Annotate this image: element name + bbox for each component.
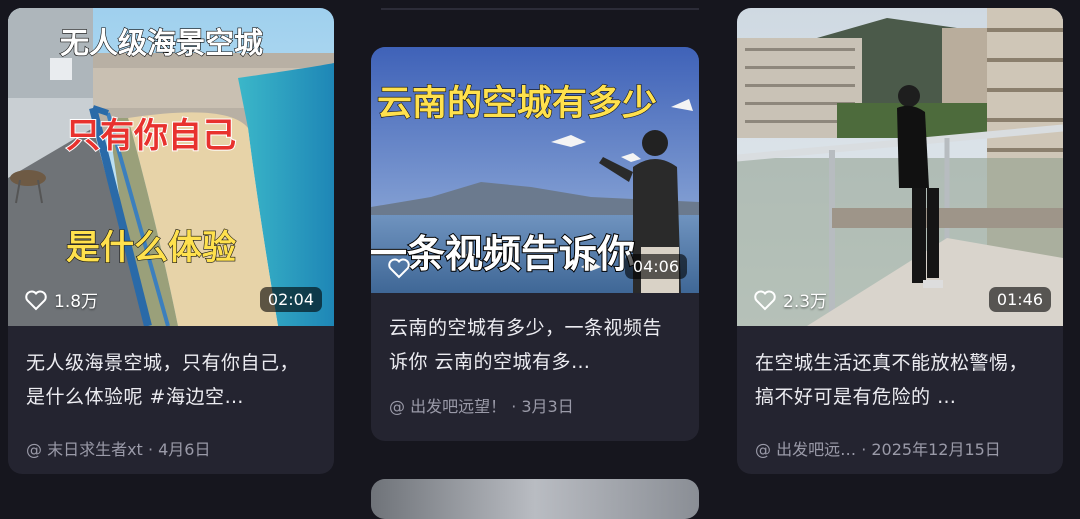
video-card-2[interactable]: 云南的空城有多少 一条视频告诉你 04:06 云南的空城有多少，一条视频告诉你 … <box>371 47 699 441</box>
heart-icon <box>25 290 47 310</box>
author-name[interactable]: @ 出发吧远… <box>755 440 856 459</box>
video-meta: @ 出发吧远… · 2025年12月15日 <box>755 436 1045 460</box>
video-title[interactable]: 无人级海景空城，只有你自己，是什么体验呢 #海边空… <box>26 346 316 414</box>
video-thumbnail[interactable]: 2.3万 01:46 <box>737 8 1063 326</box>
video-card-4[interactable] <box>371 479 699 519</box>
video-card-3[interactable]: 2.3万 01:46 在空城生活还真不能放松警惕，搞不好可是有危险的 … @ 出… <box>737 8 1063 474</box>
publish-date: · 3月3日 <box>511 397 574 416</box>
video-thumbnail[interactable]: 无人级海景空城 只有你自己 是什么体验 1.8万 02:04 <box>8 8 334 326</box>
video-title[interactable]: 在空城生活还真不能放松警惕，搞不好可是有危险的 … <box>755 346 1045 414</box>
like-count-text: 2.3万 <box>783 292 828 312</box>
overlay-title-line-1: 无人级海景空城 <box>59 25 264 60</box>
overlay-title-line-2: 只有你自己 <box>65 115 237 157</box>
author-name[interactable]: @ 出发吧远望！ <box>389 397 506 416</box>
duration-badge: 02:04 <box>259 287 322 312</box>
video-thumbnail[interactable] <box>371 479 699 519</box>
like-count: 1.8万 <box>24 287 98 312</box>
heart-icon <box>388 258 410 279</box>
video-meta: @ 出发吧远望！ · 3月3日 <box>389 393 681 417</box>
thumbnail-image <box>737 8 1063 326</box>
overlay-title-line-1: 云南的空城有多少 <box>376 83 658 124</box>
publish-date: · 2025年12月15日 <box>861 440 1001 459</box>
like-count: 2.3万 <box>753 287 827 312</box>
like-count-text: 1.8万 <box>54 292 99 312</box>
duration-badge: 01:46 <box>988 287 1051 312</box>
heart-icon <box>754 290 776 310</box>
author-name[interactable]: @ 末日求生者xt <box>26 440 143 459</box>
video-card-1[interactable]: 无人级海景空城 只有你自己 是什么体验 1.8万 02:04 无人级海景空城，只… <box>8 8 334 474</box>
video-title[interactable]: 云南的空城有多少，一条视频告诉你 云南的空城有多… <box>389 311 681 379</box>
publish-date: · 4月6日 <box>147 440 211 459</box>
like-count <box>387 257 417 279</box>
divider <box>381 8 699 10</box>
video-thumbnail[interactable]: 云南的空城有多少 一条视频告诉你 04:06 <box>371 47 699 293</box>
video-meta: @ 末日求生者xt · 4月6日 <box>26 436 316 460</box>
duration-badge: 04:06 <box>624 254 687 279</box>
overlay-title-line-3: 是什么体验 <box>65 227 236 268</box>
